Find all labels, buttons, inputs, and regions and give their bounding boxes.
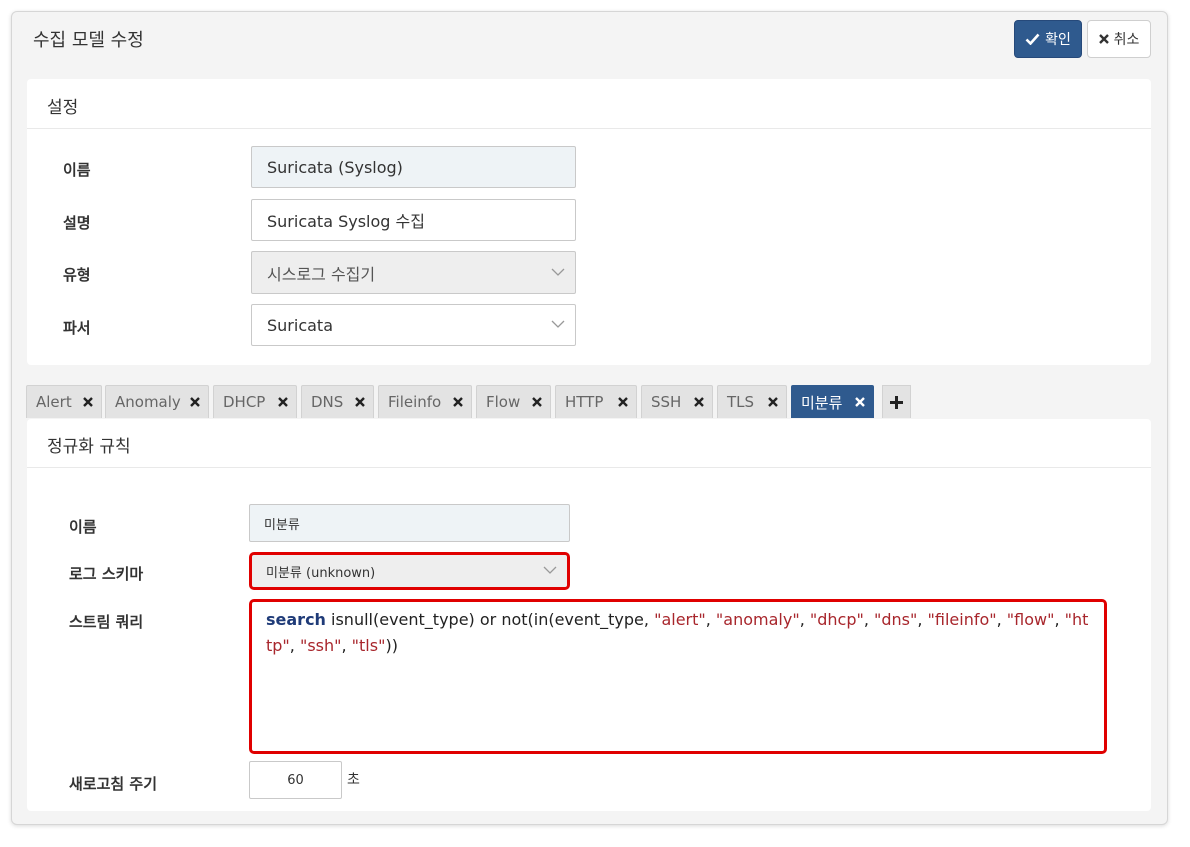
tab-dns[interactable]: DNS xyxy=(301,385,374,418)
tab-dhcp[interactable]: DHCP xyxy=(213,385,297,418)
query-sep: , xyxy=(289,636,300,655)
query-sep: , xyxy=(996,610,1007,629)
rule-name-label: 이름 xyxy=(69,518,97,536)
log-schema-label: 로그 스키마 xyxy=(69,565,144,583)
query-string: "ssh" xyxy=(299,636,342,655)
query-sep: , xyxy=(799,610,810,629)
close-icon[interactable] xyxy=(278,397,288,407)
check-icon xyxy=(1025,33,1040,45)
tab-label: TLS xyxy=(727,393,755,411)
query-string: "tls" xyxy=(351,636,386,655)
dialog-title: 수집 모델 수정 xyxy=(33,30,144,51)
normalization-rule-panel: 정규화 규칙 이름 미분류 로그 스키마 미분류 (unknown) 스트림 쿼… xyxy=(27,419,1151,811)
query-sep: , xyxy=(1054,610,1065,629)
type-value: 시스로그 수집기 xyxy=(267,264,376,284)
query-string: "fileinfo" xyxy=(927,610,997,629)
tab-tls[interactable]: TLS xyxy=(717,385,787,418)
tab-alert[interactable]: Alert xyxy=(26,385,102,418)
query-sep: , xyxy=(863,610,874,629)
confirm-button[interactable]: 확인 xyxy=(1014,20,1082,58)
query-sep: , xyxy=(705,610,716,629)
parser-label: 파서 xyxy=(63,319,91,337)
description-label: 설명 xyxy=(63,214,91,232)
chevron-down-icon xyxy=(551,268,565,276)
name-value: Suricata (Syslog) xyxy=(267,157,403,177)
tab-label: 미분류 xyxy=(801,393,843,412)
parser-select[interactable]: Suricata xyxy=(251,304,576,346)
query-sep: , xyxy=(341,636,352,655)
tab-label: DNS xyxy=(311,393,344,411)
query-text: isnull(event_type) or not(in(event_type, xyxy=(325,610,655,629)
query-string: "alert" xyxy=(654,610,706,629)
tab-label: SSH xyxy=(651,393,682,411)
name-field[interactable]: Suricata (Syslog) xyxy=(251,146,576,188)
query-string: "dhcp" xyxy=(809,610,864,629)
close-icon[interactable] xyxy=(694,397,704,407)
close-icon[interactable] xyxy=(768,397,778,407)
query-string: "anomaly" xyxy=(715,610,800,629)
chevron-down-icon xyxy=(543,566,557,574)
add-tab-button[interactable] xyxy=(882,385,911,418)
refresh-interval-input[interactable]: 60 xyxy=(249,761,342,799)
rule-heading: 정규화 규칙 xyxy=(27,419,1151,468)
description-field[interactable]: Suricata Syslog 수집 xyxy=(251,199,576,241)
tab-http[interactable]: HTTP xyxy=(555,385,637,418)
query-string: "dns" xyxy=(874,610,918,629)
tab-label: Anomaly xyxy=(115,393,181,411)
rule-name-value: 미분류 xyxy=(264,517,300,533)
close-icon[interactable] xyxy=(618,397,628,407)
type-select[interactable]: 시스로그 수집기 xyxy=(251,251,576,294)
tab-label: DHCP xyxy=(223,393,266,411)
description-value: Suricata Syslog 수집 xyxy=(267,212,425,231)
log-schema-select[interactable]: 미분류 (unknown) xyxy=(249,552,570,590)
query-keyword: search xyxy=(266,610,326,629)
query-string: "flow" xyxy=(1006,610,1055,629)
confirm-button-label: 확인 xyxy=(1045,32,1071,48)
tab-label: Alert xyxy=(36,393,72,411)
settings-panel: 설정 이름 Suricata (Syslog) 설명 Suricata Sysl… xyxy=(27,79,1151,365)
close-icon[interactable] xyxy=(190,397,200,407)
query-end: )) xyxy=(385,636,398,655)
type-label: 유형 xyxy=(63,266,91,284)
close-icon xyxy=(1098,34,1109,44)
edit-collection-model-dialog: 수집 모델 수정 확인 취소 설정 이름 Suricata (Syslog) 설… xyxy=(11,11,1168,825)
plus-icon xyxy=(890,395,903,409)
parser-value: Suricata xyxy=(267,315,333,335)
settings-heading: 설정 xyxy=(27,79,1151,129)
close-icon[interactable] xyxy=(355,397,365,407)
tab-fileinfo[interactable]: Fileinfo xyxy=(378,385,472,418)
tab-label: Fileinfo xyxy=(388,393,442,411)
chevron-down-icon xyxy=(551,320,565,328)
query-sep: , xyxy=(917,610,928,629)
tab-unclassified[interactable]: 미분류 xyxy=(791,385,874,418)
close-icon[interactable] xyxy=(83,397,93,407)
tab-flow[interactable]: Flow xyxy=(476,385,551,418)
tab-label: HTTP xyxy=(565,393,604,411)
rule-name-field[interactable]: 미분류 xyxy=(249,504,570,542)
tab-label: Flow xyxy=(486,393,521,411)
close-icon[interactable] xyxy=(532,397,542,407)
refresh-interval-value: 60 xyxy=(287,772,304,788)
tab-ssh[interactable]: SSH xyxy=(641,385,713,418)
stream-query-label: 스트림 쿼리 xyxy=(69,613,144,631)
cancel-button[interactable]: 취소 xyxy=(1087,20,1151,58)
close-icon[interactable] xyxy=(855,397,865,407)
name-label: 이름 xyxy=(63,161,91,179)
log-schema-value: 미분류 (unknown) xyxy=(266,565,376,581)
tab-anomaly[interactable]: Anomaly xyxy=(105,385,209,418)
close-icon[interactable] xyxy=(453,397,463,407)
refresh-interval-unit: 초 xyxy=(347,772,360,788)
cancel-button-label: 취소 xyxy=(1113,32,1140,48)
stream-query-editor[interactable]: search isnull(event_type) or not(in(even… xyxy=(249,599,1107,754)
refresh-interval-label: 새로고침 주기 xyxy=(69,775,158,793)
